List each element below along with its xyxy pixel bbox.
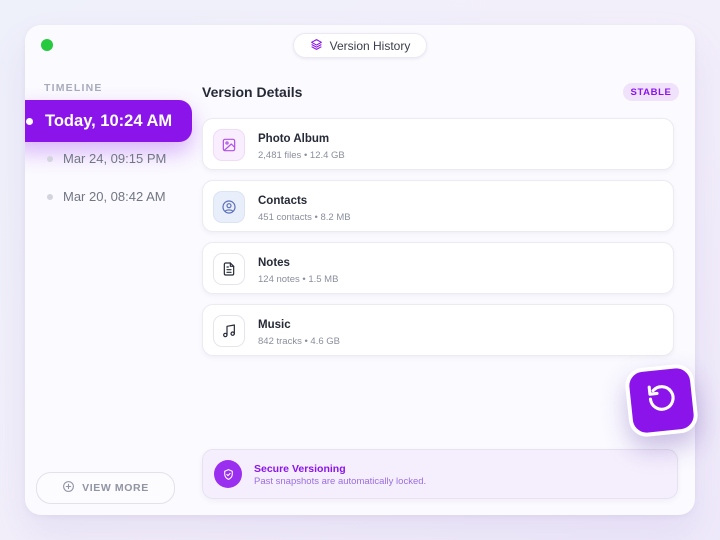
- item-name: Notes: [258, 257, 290, 269]
- timeline-label: TIMELINE: [44, 82, 103, 94]
- status-badge: STABLE: [623, 83, 679, 101]
- item-meta: 2,481 files • 12.4 GB: [258, 150, 345, 161]
- timeline-item-active[interactable]: Today, 10:24 AM: [25, 100, 192, 142]
- item-meta: 842 tracks • 4.6 GB: [258, 336, 341, 347]
- app-window: Version History TIMELINE Today, 10:24 AM…: [25, 25, 695, 515]
- section-title: Version Details: [202, 84, 303, 100]
- timeline-dot: [26, 117, 33, 125]
- view-more-button[interactable]: VIEW MORE: [36, 472, 175, 504]
- plus-circle-icon: [62, 480, 75, 496]
- window-status-dot[interactable]: [41, 39, 53, 51]
- user-circle-icon: [213, 191, 245, 223]
- timeline-item-label: Mar 20, 08:42 AM: [63, 189, 166, 204]
- restore-button[interactable]: [623, 362, 700, 439]
- item-name: Music: [258, 319, 291, 331]
- banner-title: Secure Versioning: [254, 463, 346, 475]
- version-item-notes[interactable]: Notes 124 notes • 1.5 MB: [202, 242, 674, 294]
- window-title: Version History: [329, 38, 411, 53]
- image-icon: [213, 129, 245, 161]
- version-item-contacts[interactable]: Contacts 451 contacts • 8.2 MB: [202, 180, 674, 232]
- music-note-icon: [213, 315, 245, 347]
- timeline-item[interactable]: Mar 20, 08:42 AM: [47, 189, 166, 204]
- banner-subtitle: Past snapshots are automatically locked.: [254, 476, 427, 487]
- restore-icon: [643, 379, 681, 421]
- version-item-photo-album[interactable]: Photo Album 2,481 files • 12.4 GB: [202, 118, 674, 170]
- timeline-item[interactable]: Mar 24, 09:15 PM: [47, 151, 166, 166]
- window-title-pill: Version History: [293, 33, 427, 58]
- secure-versioning-banner: Secure Versioning Past snapshots are aut…: [202, 449, 678, 499]
- item-meta: 451 contacts • 8.2 MB: [258, 212, 351, 223]
- timeline-dot: [47, 193, 53, 200]
- item-meta: 124 notes • 1.5 MB: [258, 274, 339, 285]
- item-name: Photo Album: [258, 133, 330, 145]
- shield-icon: [214, 460, 242, 488]
- timeline-item-label: Today, 10:24 AM: [45, 111, 173, 130]
- document-icon: [213, 253, 245, 285]
- timeline-dot: [47, 155, 53, 162]
- layers-icon: [310, 38, 323, 54]
- version-item-music[interactable]: Music 842 tracks • 4.6 GB: [202, 304, 674, 356]
- view-more-label: VIEW MORE: [82, 482, 149, 494]
- item-name: Contacts: [258, 195, 308, 207]
- timeline-item-label: Mar 24, 09:15 PM: [63, 151, 167, 166]
